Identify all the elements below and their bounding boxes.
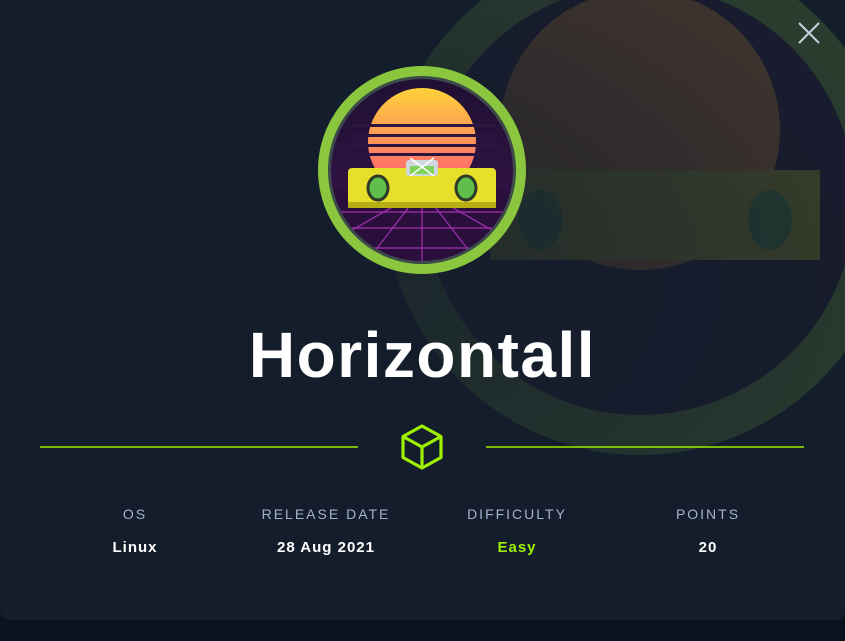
close-button[interactable] <box>794 18 824 48</box>
machine-name: Horizontall <box>248 319 597 391</box>
machine-avatar <box>318 66 526 274</box>
stat-value-release-date: 28 Aug 2021 <box>277 539 375 556</box>
stat-label-difficulty: DIFFICULTY <box>467 506 567 522</box>
cube-icon <box>401 424 443 470</box>
stat-release-date: RELEASE DATE 28 Aug 2021 <box>226 504 426 558</box>
stat-difficulty: DIFFICULTY Easy <box>417 504 617 558</box>
stat-label-os: OS <box>122 506 148 522</box>
stat-label-points: POINTS <box>675 506 741 522</box>
stat-value-difficulty: Easy <box>497 539 537 556</box>
close-icon <box>798 22 820 44</box>
divider-left <box>40 446 358 448</box>
machine-info-modal: Horizontall OS Linux RELEASE DATE 28 Aug… <box>0 0 845 620</box>
stat-value-os: Linux <box>112 539 158 556</box>
stat-points: POINTS 20 <box>608 504 808 558</box>
stat-label-release-date: RELEASE DATE <box>261 506 391 522</box>
divider-right <box>486 446 804 448</box>
stat-os: OS Linux <box>35 504 235 558</box>
stat-value-points: 20 <box>698 539 718 556</box>
